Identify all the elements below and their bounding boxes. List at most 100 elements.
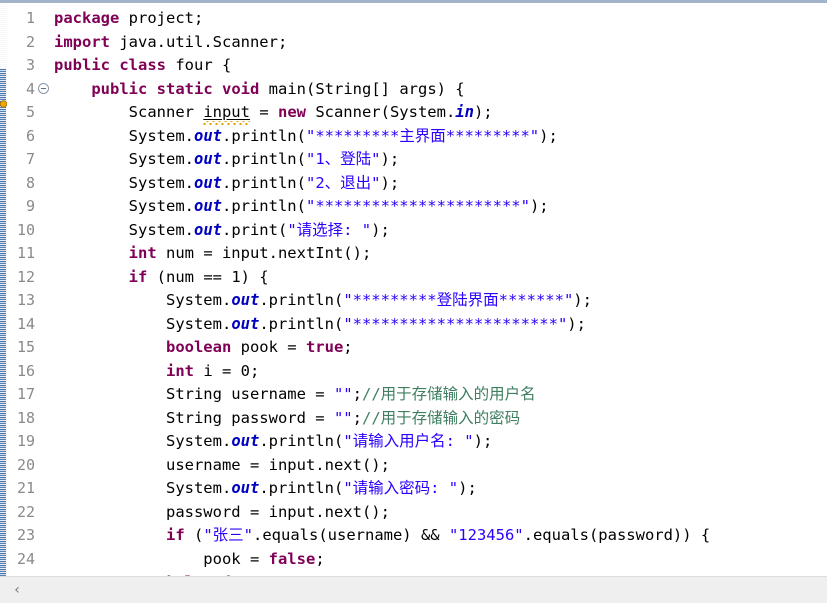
line-number: 10 xyxy=(16,220,35,239)
line-number: 1 xyxy=(25,9,35,27)
code-token-plain: .println( xyxy=(259,314,344,333)
fold-row xyxy=(37,406,53,430)
line-number: 23 xyxy=(16,526,35,544)
code-line[interactable]: System.out.println("请输入密码: "); xyxy=(54,477,827,501)
code-token-fld: out xyxy=(231,291,260,309)
code-line[interactable]: System.out.println("1、登陆"); xyxy=(54,148,827,172)
code-token-fld: out xyxy=(231,432,260,450)
line-number: 13 xyxy=(16,291,35,309)
code-line[interactable]: String password = "";//用于存储输入的密码 xyxy=(54,407,827,431)
code-token-fld: out xyxy=(193,173,222,192)
code-token-fld: out xyxy=(193,197,222,215)
fold-row xyxy=(37,335,53,359)
code-line[interactable]: if ("张三".equals(username) && "123456".eq… xyxy=(54,524,827,548)
line-number: 3 xyxy=(25,56,35,74)
code-token-plain: .println( xyxy=(221,197,306,215)
line-number: 7 xyxy=(25,150,35,168)
code-line[interactable]: pook = false; xyxy=(54,548,827,572)
code-token-kw: import xyxy=(54,32,110,51)
quickfix-warning-marker-icon[interactable] xyxy=(0,96,8,110)
code-token-plain: i = 0; xyxy=(193,361,260,380)
code-token-str: "张三" xyxy=(203,526,253,544)
code-token-plain: System. xyxy=(54,479,232,497)
code-token-plain: ); xyxy=(473,103,493,121)
code-token-plain: .println( xyxy=(221,173,306,192)
code-token-plain: username = input.next(); xyxy=(54,455,390,474)
code-token-str: "请选择: " xyxy=(287,220,372,239)
line-number: 2 xyxy=(25,32,35,51)
code-folding-column[interactable] xyxy=(37,6,53,579)
code-token-plain: .println( xyxy=(259,291,344,309)
code-token-kw: public xyxy=(91,79,148,98)
line-number: 16 xyxy=(16,361,35,380)
code-line[interactable]: if (num == 1) { xyxy=(54,266,827,290)
code-line[interactable]: Scanner input = new Scanner(System.in); xyxy=(54,101,827,125)
code-token-plain: ); xyxy=(573,291,592,309)
fold-row xyxy=(37,100,53,124)
code-line[interactable]: password = input.next(); xyxy=(54,501,827,525)
code-token-plain: ; xyxy=(315,549,325,568)
code-line[interactable]: username = input.next(); xyxy=(54,454,827,478)
code-token-str: "123456" xyxy=(448,526,524,544)
code-line[interactable]: System.out.println("请输入用户名: "); xyxy=(54,430,827,454)
code-line[interactable]: System.out.println("*********主界面********… xyxy=(54,125,827,149)
code-token-plain: ; xyxy=(352,385,362,403)
code-line[interactable]: System.out.println("********************… xyxy=(54,313,827,337)
code-token-kw: if xyxy=(165,526,185,544)
code-token-kw: static xyxy=(156,79,213,98)
code-line[interactable]: public static void main(String[] args) { xyxy=(54,78,827,102)
fold-row xyxy=(37,6,53,30)
code-token-plain: pook = xyxy=(231,338,306,356)
code-line[interactable]: System.out.println("*********登陆界面*******… xyxy=(54,289,827,313)
code-line[interactable]: import java.util.Scanner; xyxy=(54,31,827,55)
line-number: 11 xyxy=(16,244,35,262)
code-token-plain: .println( xyxy=(259,432,344,450)
annotation-marker-bar[interactable] xyxy=(0,6,8,582)
code-line[interactable]: boolean pook = true; xyxy=(54,336,827,360)
code-token-kw: void xyxy=(222,79,260,98)
fold-row xyxy=(37,194,53,218)
scroll-left-arrow-icon[interactable]: ‹ xyxy=(10,582,24,598)
line-number: 22 xyxy=(16,502,35,521)
line-number: 5 xyxy=(25,103,35,121)
fold-row xyxy=(37,30,53,54)
horizontal-scrollbar[interactable]: ‹ xyxy=(0,576,827,603)
code-line[interactable]: System.out.println("2、退出"); xyxy=(54,172,827,196)
code-token-plain: ); xyxy=(473,432,493,450)
code-line[interactable]: System.out.println("********************… xyxy=(54,195,827,219)
code-token-fld: out xyxy=(193,126,222,145)
code-text-area[interactable]: package project; import java.util.Scanner… xyxy=(54,6,827,580)
fold-row xyxy=(37,382,53,406)
code-token-plain: System. xyxy=(54,173,194,192)
code-token-kw: int xyxy=(128,244,157,262)
line-number: 12 xyxy=(16,267,35,286)
code-token-plain: ); xyxy=(380,173,400,192)
code-token-plain: ); xyxy=(458,479,477,497)
fold-row xyxy=(37,241,53,265)
fold-row xyxy=(37,359,53,383)
code-token-plain: ); xyxy=(380,150,400,168)
collapse-fold-icon[interactable] xyxy=(38,82,49,94)
fold-row xyxy=(37,265,53,289)
line-number: 17 xyxy=(16,385,35,403)
code-token-str: "" xyxy=(333,408,353,427)
code-line[interactable]: public class four { xyxy=(54,54,827,78)
code-token-plain: .print( xyxy=(221,220,288,239)
fold-row xyxy=(37,523,53,547)
code-line[interactable]: System.out.print("请选择: "); xyxy=(54,219,827,243)
code-token-str: "*********主界面*********" xyxy=(305,126,540,145)
code-token-str: "请输入密码: " xyxy=(343,479,459,497)
code-line[interactable]: String username = "";//用于存储输入的用户名 xyxy=(54,383,827,407)
code-line[interactable]: package project; xyxy=(54,7,827,31)
fold-row xyxy=(37,547,53,571)
line-number: 21 xyxy=(16,479,35,497)
code-line[interactable]: int num = input.nextInt(); xyxy=(54,242,827,266)
code-token-plain: ; xyxy=(352,408,362,427)
code-line[interactable]: int i = 0; xyxy=(54,360,827,384)
code-token-plain: four { xyxy=(166,56,232,74)
